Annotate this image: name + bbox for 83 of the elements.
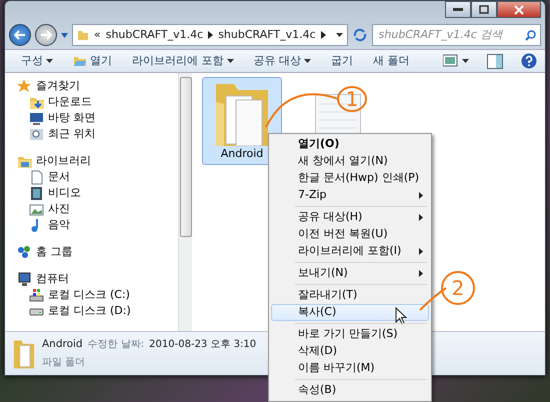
preview-pane-icon[interactable] [487, 54, 503, 68]
mouse-cursor-icon [395, 306, 407, 324]
sidebar-item[interactable]: 컴퓨터 [17, 272, 178, 287]
file-item[interactable]: Android [202, 77, 282, 165]
toolbar-button[interactable]: 공유 대상 [246, 50, 319, 72]
annotation-number: 2 [452, 276, 464, 300]
back-button[interactable] [9, 24, 31, 46]
menu-item[interactable]: 라이브러리에 포함(I) [271, 243, 429, 260]
sidebar-item[interactable]: 홈 그룹 [17, 245, 178, 260]
overflow-chevron[interactable]: « [94, 26, 101, 44]
forward-button[interactable] [35, 24, 57, 46]
help-icon[interactable] [521, 53, 537, 69]
breadcrumb[interactable]: shubCRAFT_v1.4c [218, 26, 316, 44]
toolbar-button[interactable]: 새 폴더 [365, 50, 418, 72]
search-icon[interactable] [525, 30, 536, 40]
windows-disk-icon [29, 288, 44, 303]
folder-icon [73, 55, 87, 67]
refresh-icon[interactable] [352, 27, 368, 43]
submenu-arrow-icon [419, 248, 423, 255]
recent-places-icon [29, 127, 44, 142]
minimize-button[interactable] [445, 1, 471, 18]
caret-icon [226, 59, 234, 63]
menu-item[interactable]: 공유 대상(H) [271, 209, 429, 226]
close-button[interactable] [497, 1, 541, 18]
forward-arrow-icon [40, 30, 52, 40]
toolbar-button[interactable]: 열기 [65, 50, 120, 72]
toolbar-button[interactable]: 구성 [13, 50, 61, 72]
sidebar-item[interactable]: 로컬 디스크 (D:) [17, 304, 178, 319]
chevron-icon[interactable] [320, 31, 326, 39]
view-options-icon[interactable] [443, 54, 469, 68]
submenu-arrow-icon [419, 214, 423, 221]
toolbar-button[interactable]: 굽기 [323, 50, 361, 72]
menu-item[interactable]: 한글 문서(Hwp) 인쇄(P) [271, 170, 429, 187]
toolbar-button[interactable]: 라이브러리에 포함 [124, 50, 242, 72]
chevron-icon[interactable] [208, 31, 214, 39]
sidebar-item[interactable]: 음악 [17, 218, 178, 233]
star-icon [17, 79, 32, 94]
menu-item[interactable]: 속성(B) [271, 382, 429, 399]
sidebar-item[interactable]: 사진 [17, 202, 178, 217]
folder-icon [77, 29, 89, 41]
annotation-number: 1 [346, 87, 358, 111]
file-type: 파일 폴더 [42, 356, 86, 370]
sidebar-item[interactable]: 즐겨찾기 [17, 79, 178, 94]
sidebar-item[interactable]: 라이브러리 [17, 154, 178, 169]
computer-icon [17, 272, 32, 287]
date-label: 수정한 날짜: [88, 338, 144, 352]
date-value: 2010-08-23 오후 3:10 [149, 338, 256, 352]
library-icon [17, 154, 32, 169]
dropdown-icon[interactable] [336, 33, 343, 37]
search-field[interactable]: shubCRAFT_v1.4c 검색 [372, 24, 541, 46]
homegroup-icon [17, 245, 32, 260]
menu-item[interactable]: 보내기(N) [271, 265, 429, 282]
sidebar-item[interactable]: 로컬 디스크 (C:) [17, 288, 178, 303]
annotation-stroke [419, 271, 475, 311]
menu-item[interactable]: 바로 가기 만들기(S) [271, 326, 429, 343]
sidebar-item[interactable]: 다운로드 [17, 95, 178, 110]
breadcrumb[interactable]: shubCRAFT_v1.4c [106, 26, 204, 44]
sidebar-item[interactable]: 최근 위치 [17, 127, 178, 142]
document-icon [29, 170, 44, 185]
menu-item[interactable]: 삭제(D) [271, 343, 429, 360]
sidebar-item[interactable]: 비디오 [17, 186, 178, 201]
sidebar-item[interactable]: 바탕 화면 [17, 111, 178, 126]
minimize-icon [453, 8, 463, 12]
caret-icon [46, 59, 53, 63]
close-icon [514, 4, 524, 14]
menu-item[interactable]: 잘라내기(T) [271, 287, 429, 304]
submenu-arrow-icon [419, 192, 423, 199]
menu-item[interactable]: 7-Zip [271, 187, 429, 204]
sidebar-item[interactable]: 문서 [17, 170, 178, 185]
download-folder-icon [29, 95, 44, 110]
picture-icon [29, 202, 44, 217]
submenu-arrow-icon [419, 270, 423, 277]
file-name: Android [42, 337, 83, 352]
film-icon [29, 186, 44, 201]
back-arrow-icon [14, 30, 26, 40]
maximize-button[interactable] [471, 1, 497, 18]
menu-item[interactable]: 이전 버전 복원(U) [271, 226, 429, 243]
scrollbar[interactable] [178, 73, 192, 331]
caret-icon [304, 59, 311, 63]
menu-item[interactable]: 이름 바꾸기(M) [271, 360, 429, 377]
maximize-icon [479, 5, 489, 14]
address-bar[interactable]: « shubCRAFT_v1.4c shubCRAFT_v1.4c [72, 24, 348, 46]
monitor-icon [29, 111, 44, 126]
